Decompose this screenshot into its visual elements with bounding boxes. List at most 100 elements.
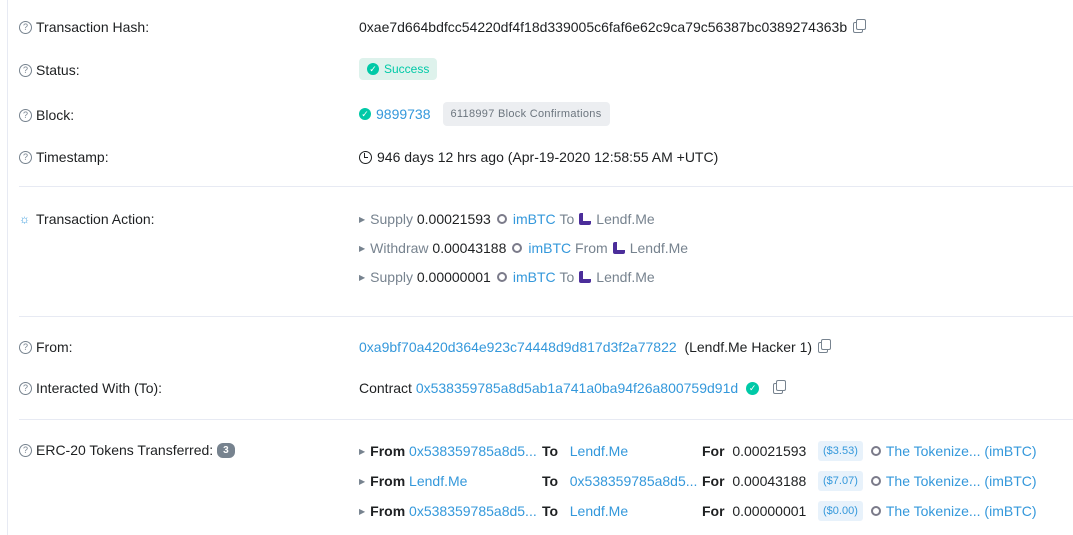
tx-action-item: ▶ Supply 0.00021593 imBTC To Lendf.Me xyxy=(359,211,655,227)
transfer-from-link[interactable]: 0x538359785a8d5... xyxy=(409,503,537,519)
transfer-to: To Lendf.Me xyxy=(542,443,628,459)
help-icon[interactable]: ? xyxy=(19,381,32,395)
tx-hash-row: ? Transaction Hash: xyxy=(19,19,149,35)
imbtc-token-icon xyxy=(496,272,507,282)
help-icon[interactable]: ? xyxy=(19,63,32,77)
transfer-for-label: For xyxy=(702,503,725,519)
transfer-to-link[interactable]: Lendf.Me xyxy=(570,443,628,459)
status-row: ? Status: xyxy=(19,62,80,78)
action-amount: 0.00000001 xyxy=(416,269,491,285)
transfer-for: For 0.00043188 xyxy=(702,473,806,489)
divider xyxy=(19,186,1073,187)
to-row: ? Interacted With (To): xyxy=(19,380,162,396)
help-icon[interactable]: ? xyxy=(19,108,32,122)
status-label: Status: xyxy=(36,62,80,78)
tx-hash-value[interactable]: 0xae7d664bdfcc54220df4f18d339005c6faf6e6… xyxy=(359,19,847,35)
help-icon[interactable]: ? xyxy=(19,340,32,354)
action-token-link[interactable]: imBTC xyxy=(513,269,556,285)
transfer-for: For 0.00000001 xyxy=(702,503,806,519)
action-token-link[interactable]: imBTC xyxy=(528,240,571,256)
imbtc-token-icon xyxy=(870,476,881,486)
action-verb: Supply xyxy=(370,211,413,227)
transfer-amount: 0.00021593 xyxy=(732,443,807,459)
lendf-logo-icon xyxy=(579,213,592,225)
transfer-to-link[interactable]: 0x538359785a8d5... xyxy=(570,473,698,489)
caret-right-icon: ▶ xyxy=(359,446,366,456)
left-border xyxy=(7,0,8,535)
erc20-label: ERC-20 Tokens Transferred: xyxy=(36,442,214,458)
tx-action-row: ☼ Transaction Action: xyxy=(19,211,155,227)
transfer-usd-badge: ($7.07) xyxy=(818,471,863,491)
transfer-for: For 0.00021593 xyxy=(702,443,806,459)
action-verb: Supply xyxy=(370,269,413,285)
timestamp-value: 946 days 12 hrs ago (Apr-19-2020 12:58:5… xyxy=(377,149,719,165)
transfer-amount: 0.00043188 xyxy=(732,473,807,489)
action-amount: 0.00021593 xyxy=(416,211,491,227)
transfer-to-link[interactable]: Lendf.Me xyxy=(570,503,628,519)
from-address-link[interactable]: 0xa9bf70a420d364e923c74448d9d817d3f2a778… xyxy=(359,339,677,355)
imbtc-token-icon xyxy=(870,506,881,516)
transfer-token: ($0.00) The Tokenize... (imBTC) xyxy=(818,501,1037,521)
help-icon[interactable]: ? xyxy=(19,20,32,34)
transfer-to: To 0x538359785a8d5... xyxy=(542,473,697,489)
timestamp-value-wrap: 946 days 12 hrs ago (Apr-19-2020 12:58:5… xyxy=(359,149,718,165)
transfer-usd-badge: ($0.00) xyxy=(818,501,863,521)
action-target[interactable]: Lendf.Me xyxy=(596,269,654,285)
transfer-for-label: For xyxy=(702,473,725,489)
imbtc-token-icon xyxy=(512,243,523,253)
help-icon[interactable]: ? xyxy=(19,443,32,457)
block-label: Block: xyxy=(36,107,75,123)
transfer-to-label: To xyxy=(542,443,559,459)
transfer-from: ▶ From 0x538359785a8d5... xyxy=(359,443,537,459)
transfer-from-label: From xyxy=(370,503,406,519)
lendf-logo-icon xyxy=(612,242,625,254)
copy-icon[interactable] xyxy=(818,338,832,353)
status-badge: ✓ Success xyxy=(359,58,438,80)
status-text: Success xyxy=(384,62,430,76)
tx-action-item: ▶ Supply 0.00000001 imBTC To Lendf.Me xyxy=(359,269,655,285)
transfer-token-link[interactable]: The Tokenize... (imBTC) xyxy=(886,503,1037,519)
status-value-wrap: ✓ Success xyxy=(359,58,438,80)
block-number-link[interactable]: 9899738 xyxy=(376,106,431,122)
caret-right-icon: ▶ xyxy=(359,272,366,282)
imbtc-token-icon xyxy=(870,446,881,456)
transfer-to-label: To xyxy=(542,503,559,519)
transfer-for-label: For xyxy=(702,443,725,459)
transfer-token-link[interactable]: The Tokenize... (imBTC) xyxy=(886,443,1037,459)
caret-right-icon: ▶ xyxy=(359,476,366,486)
from-row: ? From: xyxy=(19,339,73,355)
to-label: Interacted With (To): xyxy=(36,380,163,396)
action-token-link[interactable]: imBTC xyxy=(513,211,556,227)
from-value-wrap: 0xa9bf70a420d364e923c74448d9d817d3f2a778… xyxy=(359,338,832,355)
to-value-wrap: Contract 0x538359785a8d5ab1a741a0ba94f26… xyxy=(359,379,787,396)
transfer-from: ▶ From Lendf.Me xyxy=(359,473,467,489)
verified-check-icon: ✓ xyxy=(746,381,760,395)
transfer-token: ($3.53) The Tokenize... (imBTC) xyxy=(818,441,1037,461)
from-tag: (Lendf.Me Hacker 1) xyxy=(684,339,813,355)
tx-action-item: ▶ Withdraw 0.00043188 imBTC From Lendf.M… xyxy=(359,240,688,256)
transfer-usd-badge: ($3.53) xyxy=(818,441,863,461)
caret-right-icon: ▶ xyxy=(359,506,366,516)
transfer-from: ▶ From 0x538359785a8d5... xyxy=(359,503,537,519)
action-target[interactable]: Lendf.Me xyxy=(596,211,654,227)
action-amount: 0.00043188 xyxy=(432,240,507,256)
help-icon[interactable]: ? xyxy=(19,150,32,164)
to-address-link[interactable]: 0x538359785a8d5ab1a741a0ba94f26a800759d9… xyxy=(416,380,738,396)
transfer-from-link[interactable]: 0x538359785a8d5... xyxy=(409,443,537,459)
transfer-token-link[interactable]: The Tokenize... (imBTC) xyxy=(886,473,1037,489)
lendf-logo-icon xyxy=(579,271,592,283)
divider xyxy=(19,316,1073,317)
copy-icon[interactable] xyxy=(773,379,787,394)
action-target[interactable]: Lendf.Me xyxy=(630,240,688,256)
transfer-amount: 0.00000001 xyxy=(732,503,807,519)
timestamp-label: Timestamp: xyxy=(36,149,109,165)
transfer-from-label: From xyxy=(370,443,406,459)
action-prep: From xyxy=(575,240,608,256)
tx-hash-value-wrap: 0xae7d664bdfcc54220df4f18d339005c6faf6e6… xyxy=(359,18,867,35)
copy-icon[interactable] xyxy=(853,18,867,33)
action-prep: To xyxy=(559,269,575,285)
transfer-from-link[interactable]: Lendf.Me xyxy=(409,473,467,489)
transfer-from-label: From xyxy=(370,473,406,489)
from-label: From: xyxy=(36,339,73,355)
block-value-wrap: ✓ 9899738 6118997 Block Confirmations xyxy=(359,102,610,126)
